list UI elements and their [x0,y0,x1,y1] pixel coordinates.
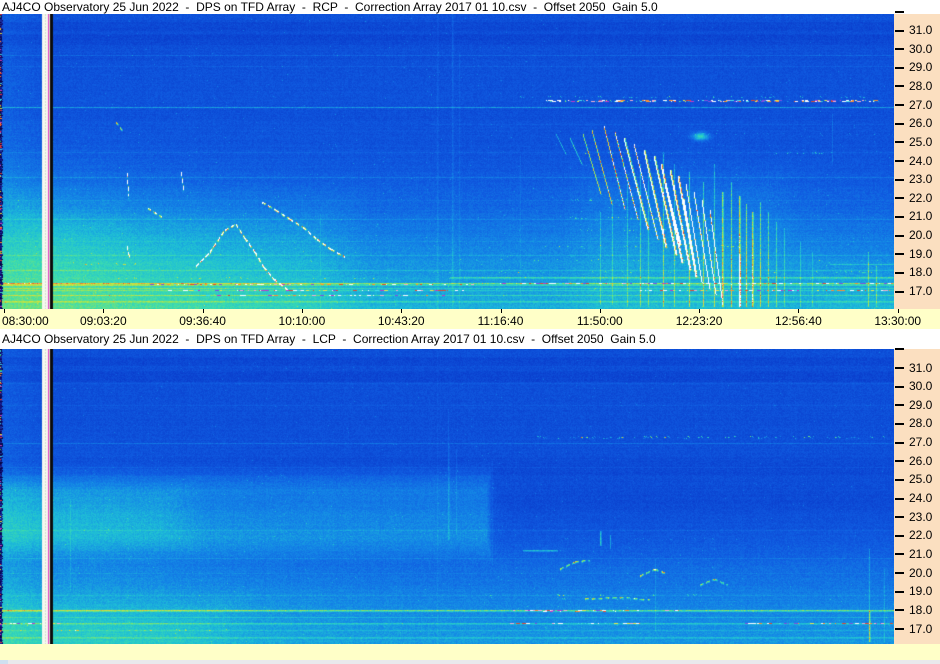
time-tick [798,309,800,313]
freq-tick [895,234,904,237]
freq-tick [895,48,904,51]
freq-tick [895,460,904,463]
freq-tick [895,385,904,388]
freq-tick [895,534,904,537]
time-tick [897,309,899,313]
frequency-scale-rcp: 31.0 30.0 29.0 28.0 27.0 26.0 25.0 24.0 23.0 22.0… [894,10,940,309]
freq-tick [895,590,904,593]
freq-tick [895,572,904,575]
freq-tick [895,215,904,218]
freq-tick-label: 27.0 [909,97,933,112]
freq-tick-label: 20.0 [909,565,933,580]
freq-tick [895,553,904,556]
time-tick [401,309,403,313]
time-tick [301,309,303,313]
time-tick-label: 10:43:20 [377,314,425,328]
freq-tick-label: 31.0 [909,360,933,375]
freq-tick-label: 26.0 [909,116,933,131]
freq-tick-label: 18.0 [909,602,933,617]
time-axis: 08:30:00 09:03:20 09:36:40 10:10:00 10:43:20… [0,309,940,329]
freq-tick [895,160,904,163]
freq-tick [895,367,904,370]
lcp-header: AJ4CO Observatory 25 Jun 2022 - DPS on T… [2,329,938,349]
time-tick [103,309,105,313]
time-tick-label: 09:36:40 [179,314,226,328]
freq-tick [895,122,904,125]
freq-tick [895,253,904,256]
freq-tick [895,178,904,181]
freq-tick-label: 22.0 [909,528,933,543]
freq-tick-label: 19.0 [909,584,933,599]
freq-tick-label: 30.0 [909,379,933,394]
freq-tick [895,66,904,69]
freq-tick-label: 18.0 [909,265,933,280]
freq-tick-label: 22.0 [909,190,933,205]
freq-tick-label: 21.0 [909,209,933,224]
freq-tick [895,441,904,444]
window-bottom-strip [0,660,940,664]
freq-tick [895,271,904,274]
time-tick-label: 09:03:20 [79,314,127,328]
time-tick-label: 10:10:00 [278,314,326,328]
freq-tick-label: 17.0 [909,284,933,298]
freq-tick [895,348,904,351]
freq-tick [895,290,904,293]
freq-tick-label: 20.0 [909,228,933,243]
time-tick-label: 13:30:00 [874,314,922,328]
freq-tick [895,628,904,630]
time-tick-label: 12:56:40 [775,314,822,328]
lcp-spectrogram-canvas [0,349,894,644]
freq-tick [895,422,904,425]
freq-tick-label: 31.0 [909,23,933,38]
freq-tick-label: 29.0 [909,397,933,412]
rcp-header: AJ4CO Observatory 25 Jun 2022 - DPS on T… [2,0,938,14]
freq-tick-label: 29.0 [909,60,933,75]
freq-tick-label: 19.0 [909,246,933,261]
rcp-spectrogram-canvas [0,14,894,309]
time-tick-label: 12:23:20 [675,314,723,328]
freq-tick-label: 28.0 [909,416,933,431]
freq-tick-label: 21.0 [909,546,933,561]
freq-tick [895,10,904,13]
freq-tick-label: 26.0 [909,453,933,468]
freq-tick [895,404,904,407]
freq-tick [895,516,904,519]
freq-tick-label: 25.0 [909,472,933,487]
time-tick-label: 11:16:40 [477,314,524,328]
time-tick [202,309,204,313]
freq-tick-label: 17.0 [909,621,933,636]
bottom-time-band [0,644,940,660]
freq-tick [895,104,904,107]
bottom-strip-chip [0,660,8,664]
freq-tick-label: 28.0 [909,78,933,93]
time-tick [599,309,601,313]
freq-tick-label: 24.0 [909,491,933,506]
freq-tick-label: 23.0 [909,172,933,187]
spectrograph-window: AJ4CO Observatory 25 Jun 2022 - DPS on T… [0,0,940,664]
freq-tick-label: 23.0 [909,509,933,524]
time-tick-label: 11:50:00 [576,314,623,328]
freq-tick-label: 25.0 [909,134,933,149]
freq-tick [895,141,904,144]
freq-tick [895,609,904,612]
time-tick [699,309,701,313]
freq-tick [895,197,904,200]
freq-tick-label: 24.0 [909,153,933,168]
freq-tick [895,29,904,32]
freq-tick [895,85,904,88]
time-tick [4,309,5,313]
freq-tick-label: 30.0 [909,41,933,56]
freq-tick-label: 27.0 [909,435,933,450]
freq-tick [895,497,904,500]
frequency-scale-lcp: 31.0 30.0 29.0 28.0 27.0 26.0 25.0 24.0 23.0 22.0… [894,348,940,644]
time-tick [500,309,502,313]
freq-tick [895,478,904,481]
